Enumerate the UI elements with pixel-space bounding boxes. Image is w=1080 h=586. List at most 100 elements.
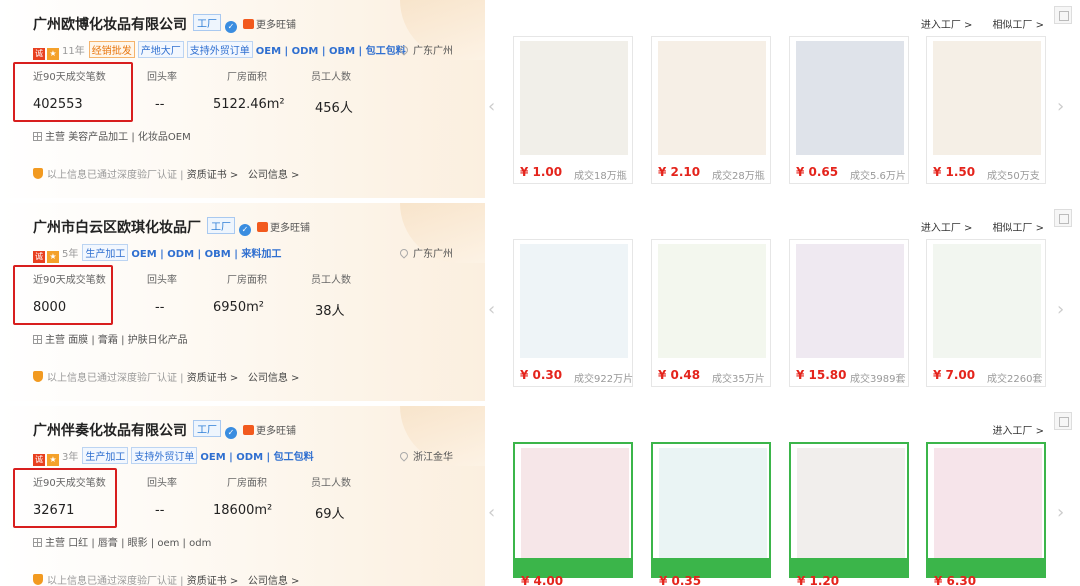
product-price: ¥ 1.00	[520, 165, 563, 179]
shop-icon	[243, 19, 254, 29]
stat-value-repeat: --	[155, 300, 165, 315]
product-image	[797, 448, 905, 562]
stat-value-area: 18600m²	[213, 503, 273, 518]
location-pin-icon	[398, 247, 410, 259]
product-price: ¥ 1.20	[797, 574, 840, 586]
more-shops-link[interactable]: 更多旺铺	[243, 16, 296, 31]
company-info-link[interactable]: 公司信息 >	[248, 373, 300, 384]
product-card[interactable]: ¥ 7.00 成交2260套	[926, 239, 1046, 387]
chevron-left-icon[interactable]: ‹	[488, 299, 495, 320]
product-card[interactable]: ¥ 6.30	[926, 442, 1046, 586]
highlight-box	[13, 265, 113, 325]
enter-factory-link[interactable]: 进入工厂 >	[921, 223, 973, 234]
cert-link[interactable]: 资质证书 >	[187, 576, 239, 586]
stat-value-area: 5122.46m²	[213, 97, 285, 112]
product-sold: 成交922万片	[574, 374, 634, 385]
stat-label: 员工人数	[311, 478, 351, 489]
factory-links: 进入工厂 > 相似工厂 >	[901, 219, 1044, 234]
compare-icon[interactable]	[1054, 209, 1072, 227]
company-name[interactable]: 广州伴奏化妆品有限公司 工厂 ✓ 更多旺铺	[33, 420, 296, 440]
service-tag: 生产加工	[82, 447, 129, 464]
factory-card: 广州市白云区欧琪化妆品厂 工厂 ✓ 更多旺铺诚 ★ 5年 生产加工 OEM | ODM | O…	[0, 203, 1080, 401]
product-image	[520, 41, 628, 155]
product-sold: 成交28万瓶	[712, 171, 765, 182]
years-label: 5年	[62, 249, 79, 260]
stat-label: 员工人数	[311, 72, 351, 83]
cert-link[interactable]: 资质证书 >	[187, 170, 239, 181]
product-card[interactable]: ¥ 1.00 成交18万瓶	[513, 36, 633, 184]
stat-value-repeat: --	[155, 503, 165, 518]
company-name[interactable]: 广州欧博化妆品有限公司 工厂 ✓ 更多旺铺	[33, 14, 296, 34]
product-card[interactable]: ¥ 1.20	[789, 442, 909, 586]
factory-list: 广州欧博化妆品有限公司 工厂 ✓ 更多旺铺诚 ★ 11年 经销批发 产地大厂 支持外贸订单 OEM…	[0, 0, 1080, 586]
tag-row: 诚 ★ 11年 经销批发 产地大厂 支持外贸订单 OEM | ODM | OBM | 包工包…	[33, 41, 406, 60]
stat-value-staff: 69人	[315, 507, 345, 522]
product-card[interactable]: ¥ 0.48 成交35万片	[651, 239, 771, 387]
product-card[interactable]: ¥ 0.30 成交922万片	[513, 239, 633, 387]
stat-label: 厂房面积	[227, 478, 267, 489]
product-price: ¥ 2.10	[658, 165, 701, 179]
service-modes: OEM | ODM | 包工包料	[200, 452, 314, 463]
cert-link[interactable]: 资质证书 >	[187, 373, 239, 384]
stat-label: 厂房面积	[227, 72, 267, 83]
company-info-link[interactable]: 公司信息 >	[248, 170, 300, 181]
company-name[interactable]: 广州市白云区欧琪化妆品厂 工厂 ✓ 更多旺铺	[33, 217, 310, 237]
chevron-left-icon[interactable]: ‹	[488, 502, 495, 523]
grid-icon	[33, 538, 42, 547]
chevron-right-icon[interactable]: ›	[1057, 299, 1064, 320]
product-image	[933, 244, 1041, 358]
similar-factory-link[interactable]: 相似工厂 >	[992, 223, 1044, 234]
product-card[interactable]: ¥ 15.80 成交3989套	[789, 239, 909, 387]
gold-badge-icon: ★	[47, 48, 59, 60]
product-sold: 成交5.6万片	[850, 171, 906, 182]
highlight-box	[13, 468, 117, 528]
verification-note: 以上信息已通过深度验厂认证 | 资质证书 > 公司信息 >	[33, 166, 299, 181]
stat-label: 厂房面积	[227, 275, 267, 286]
product-card[interactable]: ¥ 0.35	[651, 442, 771, 586]
years-label: 11年	[62, 46, 85, 57]
tag-row: 诚 ★ 5年 生产加工 OEM | ODM | OBM | 来料加工	[33, 244, 281, 263]
service-tag: 支持外贸订单	[186, 41, 253, 58]
gold-badge-icon: ★	[47, 454, 59, 466]
product-image	[520, 244, 628, 358]
chevron-right-icon[interactable]: ›	[1057, 96, 1064, 117]
stat-label: 回头率	[147, 275, 177, 286]
factory-tag: 工厂	[193, 14, 221, 31]
product-price: ¥ 15.80	[796, 368, 847, 382]
more-shops-link[interactable]: 更多旺铺	[257, 219, 310, 234]
shield-icon	[33, 168, 43, 179]
product-card[interactable]: ¥ 2.10 成交28万瓶	[651, 36, 771, 184]
product-image	[796, 41, 904, 155]
more-shops-link[interactable]: 更多旺铺	[243, 422, 296, 437]
company-info-link[interactable]: 公司信息 >	[248, 576, 300, 586]
product-price: ¥ 0.65	[796, 165, 839, 179]
product-image	[658, 41, 766, 155]
enter-factory-link[interactable]: 进入工厂 >	[921, 20, 973, 31]
stat-label: 回头率	[147, 72, 177, 83]
product-card[interactable]: ¥ 0.65 成交5.6万片	[789, 36, 909, 184]
chevron-left-icon[interactable]: ‹	[488, 96, 495, 117]
product-sold: 成交50万支	[987, 171, 1040, 182]
shield-icon	[33, 574, 43, 585]
compare-icon[interactable]	[1054, 412, 1072, 430]
product-price: ¥ 0.48	[658, 368, 701, 382]
stat-label: 员工人数	[311, 275, 351, 286]
product-sold: 成交2260套	[987, 374, 1043, 385]
main-products: 主营 口红 | 唇膏 | 眼影 | oem | odm	[33, 534, 211, 549]
gold-badge-icon: 诚	[33, 251, 45, 263]
shield-icon	[33, 371, 43, 382]
product-price: ¥ 4.00	[521, 574, 564, 586]
location: 广东广州	[398, 245, 453, 260]
stat-label: 回头率	[147, 478, 177, 489]
product-price: ¥ 6.30	[934, 574, 977, 586]
product-card[interactable]: ¥ 1.50 成交50万支	[926, 36, 1046, 184]
product-sold: 成交3989套	[850, 374, 906, 385]
similar-factory-link[interactable]: 相似工厂 >	[992, 20, 1044, 31]
main-products: 主营 面膜 | 膏霜 | 护肤日化产品	[33, 331, 188, 346]
location: 浙江金华	[398, 448, 453, 463]
chevron-right-icon[interactable]: ›	[1057, 502, 1064, 523]
product-card[interactable]: ¥ 4.00	[513, 442, 633, 586]
enter-factory-link[interactable]: 进入工厂 >	[992, 426, 1044, 437]
service-tag: 支持外贸订单	[131, 447, 198, 464]
compare-icon[interactable]	[1054, 6, 1072, 24]
